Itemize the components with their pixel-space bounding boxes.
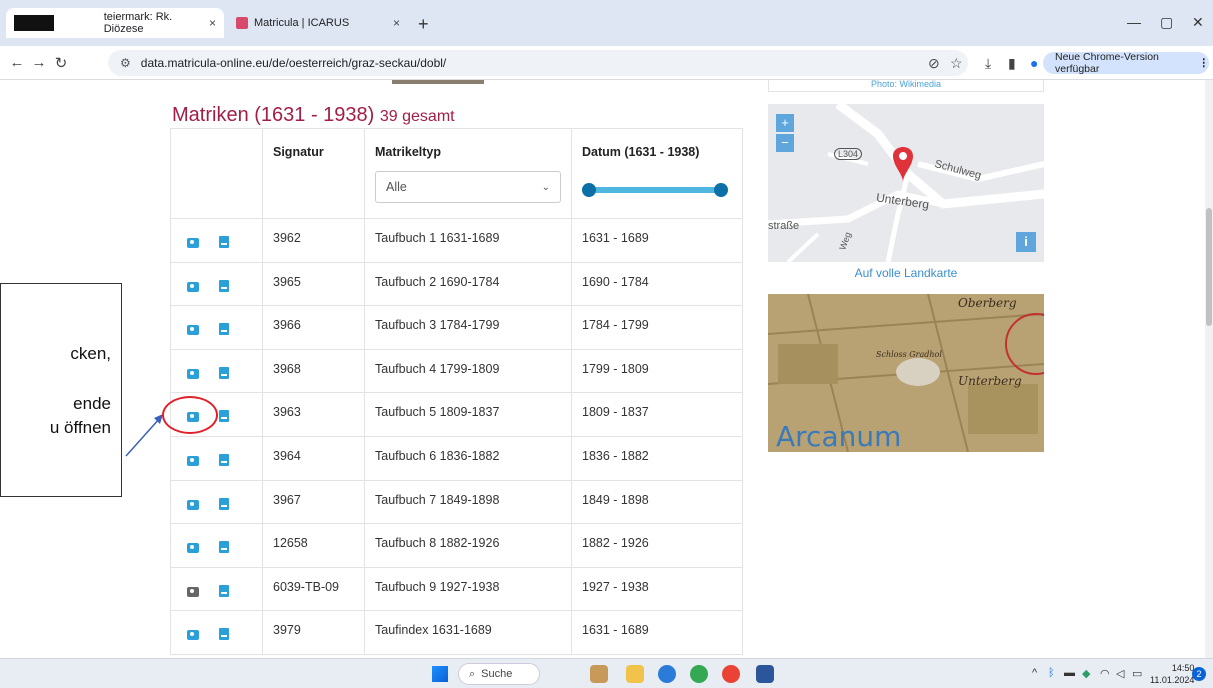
search-label: Suche <box>481 668 513 680</box>
chrome-profile-icon[interactable] <box>722 665 740 683</box>
tray-app-icon[interactable]: ◆ <box>1082 667 1090 680</box>
network-icon[interactable]: ▭ <box>1132 667 1142 680</box>
volume-icon[interactable]: ◁ <box>1116 667 1124 680</box>
clock-time: 14:50 <box>1171 663 1195 673</box>
windows-taskbar: ⌕ Suche ^ ᛒ ▬ ◆ ◠ ◁ ▭ 14:50 11.01.2024 2 <box>0 658 1213 688</box>
chrome-icon[interactable] <box>690 665 708 683</box>
tray-chevron-icon[interactable]: ^ <box>1032 667 1037 679</box>
taskbar-app-icon[interactable] <box>590 665 608 683</box>
search-icon: ⌕ <box>469 667 476 680</box>
word-icon[interactable] <box>756 665 774 683</box>
battery-icon[interactable]: ▬ <box>1064 667 1075 679</box>
wifi-icon[interactable]: ◠ <box>1100 667 1110 680</box>
clock-date: 11.01.2024 <box>1150 675 1195 685</box>
windows-start-icon[interactable] <box>432 666 448 682</box>
taskbar-search[interactable]: ⌕ Suche <box>458 663 540 685</box>
bluetooth-icon[interactable]: ᛒ <box>1048 667 1055 679</box>
notification-badge[interactable]: 2 <box>1192 667 1206 681</box>
highlight-circle <box>162 396 218 434</box>
taskbar-clock[interactable]: 14:50 11.01.2024 <box>1150 662 1194 686</box>
annotation-arrow <box>125 414 163 457</box>
file-explorer-icon[interactable] <box>626 665 644 683</box>
skype-icon[interactable] <box>658 665 676 683</box>
